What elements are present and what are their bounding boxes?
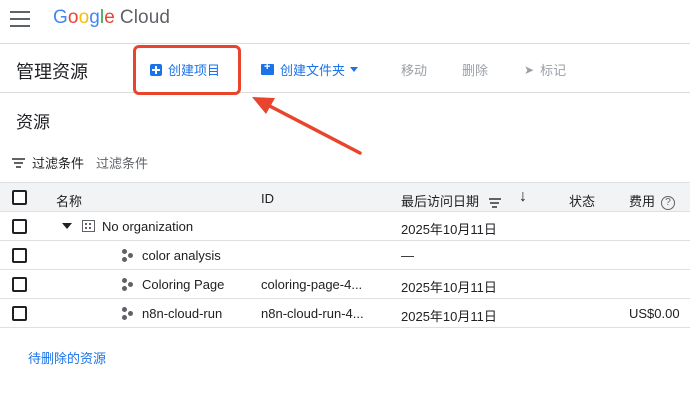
filter-icon [12,157,26,168]
delete-label: 删除 [462,63,489,78]
row-last-accessed: — [401,248,414,263]
create-project-button[interactable]: 创建项目 [150,60,220,79]
chevron-down-icon [350,67,359,72]
label-button[interactable]: ➤ 标记 [524,60,566,79]
column-name[interactable]: 名称 [56,191,82,210]
row-checkbox[interactable] [12,306,27,321]
filter-label: 过滤条件 [32,156,85,171]
resources-table: 名称 ID 最后访问日期 ↓ 状态 费用? No organization 20… [0,182,690,328]
google-cloud-logo[interactable]: Google Cloud [53,7,170,29]
create-folder-icon [261,61,274,75]
row-name: n8n-cloud-run [142,306,223,321]
row-id: n8n-cloud-run-4... [261,306,364,321]
project-icon [122,249,134,262]
column-status[interactable]: 状态 [569,191,595,210]
sort-icon[interactable] [488,198,501,209]
label-icon: ➤ [524,62,535,77]
row-checkbox[interactable] [12,219,27,234]
add-box-icon [150,63,162,76]
table-header: 名称 ID 最后访问日期 ↓ 状态 费用? [0,182,690,212]
row-checkbox[interactable] [12,277,27,292]
organization-icon [82,220,95,232]
project-icon [122,307,134,320]
row-name: Coloring Page [142,277,225,292]
create-folder-label: 创建文件夹 [280,63,346,78]
column-cost[interactable]: 费用? [629,191,676,210]
section-title: 资源 [16,113,50,132]
expand-caret-icon[interactable] [62,223,72,229]
table-row[interactable]: Coloring Page coloring-page-4... 2025年10… [0,270,690,299]
move-button[interactable]: 移动 [401,60,427,79]
delete-button[interactable]: 删除 [462,60,488,79]
column-last-accessed[interactable]: 最后访问日期 [401,191,501,210]
column-last-accessed-label: 最后访问日期 [401,194,480,209]
row-id: coloring-page-4... [261,277,363,292]
page-title: 管理资源 [16,62,88,82]
create-folder-button[interactable]: 创建文件夹 [261,60,359,79]
top-bar: Google Cloud [0,0,690,44]
label-label: 标记 [540,63,567,78]
arrow-down-icon[interactable]: ↓ [519,188,527,206]
menu-icon[interactable] [10,11,30,27]
table-row[interactable]: n8n-cloud-run n8n-cloud-run-4... 2025年10… [0,299,690,328]
filter-input[interactable]: 过滤条件 [96,153,148,172]
row-cost: US$0.00 [629,306,680,321]
table-row[interactable]: color analysis — [0,241,690,270]
column-id[interactable]: ID [261,191,274,206]
pending-deletion-link[interactable]: 待删除的资源 [28,348,106,367]
row-last-accessed: 2025年10月11日 [401,309,497,324]
toolbar: 管理资源 创建项目 创建文件夹 移动 删除 ➤ 标记 [0,44,690,93]
create-project-label: 创建项目 [168,63,221,78]
row-name: color analysis [142,248,221,263]
select-all-checkbox[interactable] [12,190,27,205]
column-cost-label: 费用 [629,194,656,209]
help-icon[interactable]: ? [661,195,676,210]
row-checkbox[interactable] [12,248,27,263]
row-name: No organization [102,219,194,234]
filter-bar[interactable]: 过滤条件 过滤条件 [12,153,148,172]
row-last-accessed: 2025年10月11日 [401,222,497,237]
move-label: 移动 [401,63,428,78]
table-row[interactable]: No organization 2025年10月11日 [0,212,690,241]
row-last-accessed: 2025年10月11日 [401,280,497,295]
project-icon [122,278,134,291]
